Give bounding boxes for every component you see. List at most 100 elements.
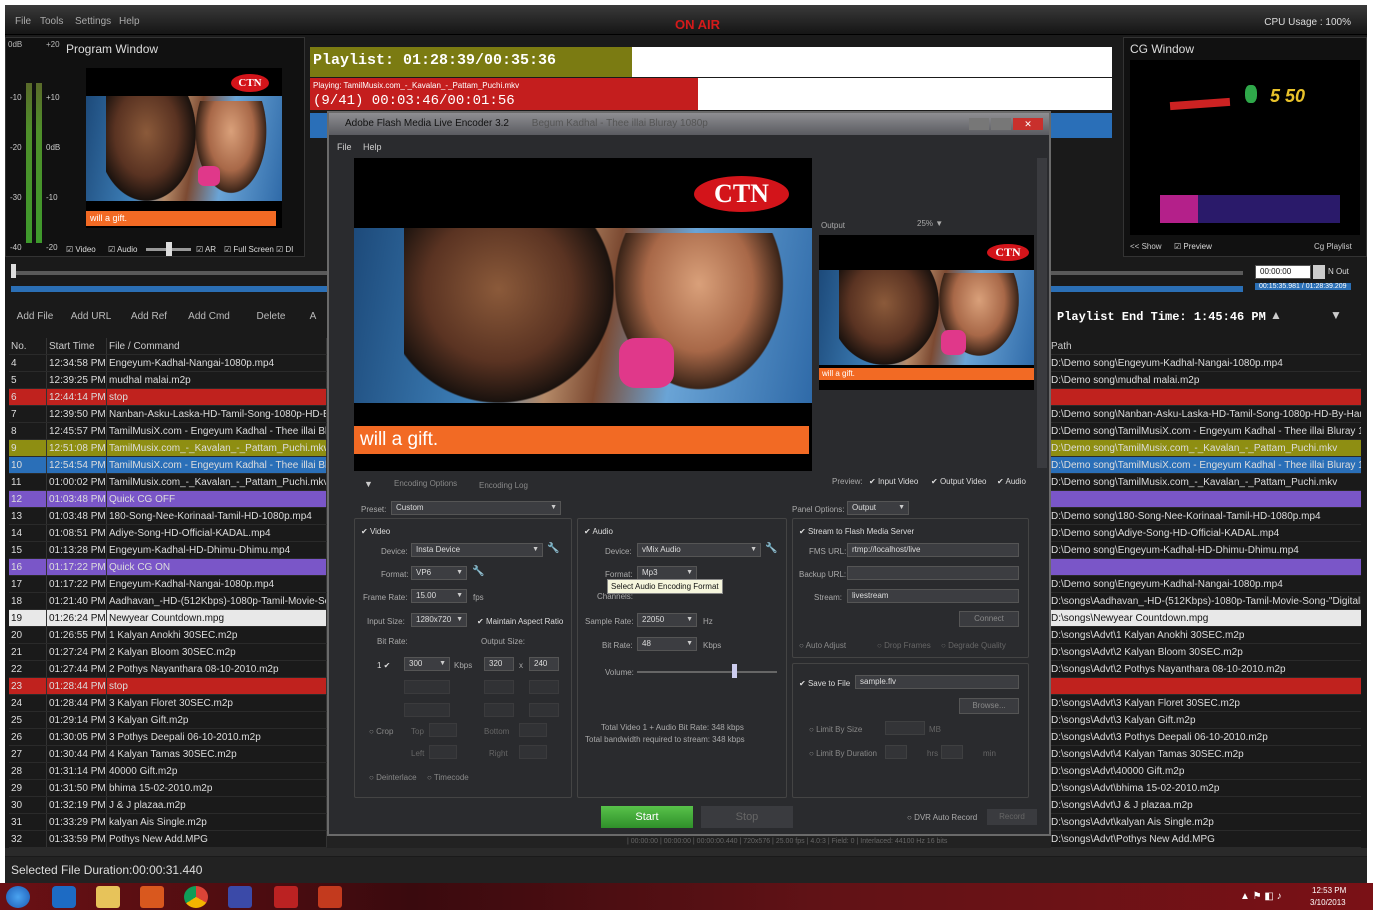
table-row[interactable]: 24 01:28:44 PM 3 Kalyan Floret 30SEC.m2p xyxy=(9,695,327,712)
save-file-input[interactable]: sample.flv xyxy=(855,675,1019,689)
audio-volume-thumb[interactable] xyxy=(732,664,737,678)
table-row[interactable]: 31 01:33:29 PM kalyan Ais Single.m2p xyxy=(9,814,327,831)
table-row[interactable]: 17 01:17:22 PM Engeyum-Kadhal-Nangai-1080p… xyxy=(9,576,327,593)
video-format-dropdown[interactable]: VP6 xyxy=(411,566,467,580)
path-row[interactable]: D:\Demo song\Engeyum-Kadhal-Nangai-1080p… xyxy=(1049,355,1361,372)
video-device-dropdown[interactable]: Insta Device xyxy=(411,543,543,557)
tab-encoding-log[interactable]: Encoding Log xyxy=(479,481,528,490)
path-row[interactable]: D:\Demo song\TamilMusix.com_-_Kavalan_-_… xyxy=(1049,474,1361,491)
input-video-checkbox[interactable]: ✔ Input Video xyxy=(869,477,918,486)
video-bitrate-3-dropdown[interactable] xyxy=(404,703,450,717)
output-video-checkbox[interactable]: ✔ Output Video xyxy=(931,477,987,486)
table-row[interactable]: 4 12:34:58 PM Engeyum-Kadhal-Nangai-1080p.… xyxy=(9,355,327,372)
table-row[interactable]: 11 01:00:02 PM TamilMusix.com_-_Kavalan_-_… xyxy=(9,474,327,491)
audio-format-dropdown[interactable]: Mp3 xyxy=(637,566,697,580)
encoder-scrollbar[interactable] xyxy=(1037,158,1047,468)
path-row[interactable] xyxy=(1049,491,1361,508)
start-button-icon[interactable] xyxy=(6,886,30,908)
wrench-icon[interactable]: 🔧 xyxy=(547,543,559,554)
output-width-input[interactable]: 320 xyxy=(484,657,514,671)
cg-show-button[interactable]: << Show xyxy=(1130,242,1162,251)
output-width-3-input[interactable] xyxy=(484,703,514,717)
table-row[interactable]: 22 01:27:44 PM 2 Pothys Nayanthara 08-10-2… xyxy=(9,661,327,678)
encoder-menu-help[interactable]: Help xyxy=(363,142,382,152)
path-row[interactable]: D:\songs\Advt\bhima 15-02-2010.m2p xyxy=(1049,780,1361,797)
seek-thumb[interactable] xyxy=(11,264,16,278)
nout-checkbox[interactable]: N Out xyxy=(1328,267,1349,276)
path-row[interactable]: D:\Demo song\TamilMusiX.com - Engeyum Ka… xyxy=(1049,423,1361,440)
add-ref-button[interactable]: Add Ref xyxy=(123,308,175,326)
audio-checkbox[interactable]: ☑ Audio xyxy=(108,245,137,254)
browse-button[interactable]: Browse... xyxy=(959,698,1019,714)
menu-file[interactable]: File xyxy=(15,16,31,27)
path-row[interactable]: D:\songs\Advt\1 Kalyan Anokhi 30SEC.m2p xyxy=(1049,627,1361,644)
audio-preview-checkbox[interactable]: ✔ Audio xyxy=(997,477,1026,486)
wrench-icon[interactable]: 🔧 xyxy=(765,543,777,554)
table-row[interactable]: 9 12:51:08 PM TamilMusix.com_-_Kavalan_-_P… xyxy=(9,440,327,457)
dvr-auto-record-checkbox[interactable]: ○ DVR Auto Record xyxy=(907,813,977,822)
audio-volume-slider[interactable] xyxy=(637,671,777,673)
panel-options-dropdown[interactable]: Output xyxy=(847,501,909,515)
table-row[interactable]: 10 12:54:54 PM TamilMusiX.com - Engeyum Ka… xyxy=(9,457,327,474)
record-button[interactable]: Record xyxy=(987,809,1037,825)
encoder-taskbar-icon[interactable] xyxy=(274,886,298,908)
save-to-file-checkbox[interactable]: ✔ Save to File xyxy=(799,679,850,688)
table-row[interactable]: 14 01:08:51 PM Adiye-Song-HD-Official-KADA… xyxy=(9,525,327,542)
table-row[interactable]: 18 01:21:40 PM Aadhavan_-HD-(512Kbps)-1080… xyxy=(9,593,327,610)
path-row[interactable]: D:\songs\Advt\4 Kalyan Tamas 30SEC.m2p xyxy=(1049,746,1361,763)
degrade-quality-checkbox[interactable]: ○ Degrade Quality xyxy=(941,641,1006,650)
collapse-icon[interactable]: ▼ xyxy=(364,479,373,489)
cg-preview-checkbox[interactable]: ☑ Preview xyxy=(1174,242,1212,251)
sample-rate-dropdown[interactable]: 22050 xyxy=(637,613,697,627)
output-height-2-input[interactable] xyxy=(529,680,559,694)
path-row[interactable]: D:\Demo song\TamilMusix.com_-_Kavalan_-_… xyxy=(1049,440,1361,457)
table-row[interactable]: 25 01:29:14 PM 3 Kalyan Gift.m2p xyxy=(9,712,327,729)
path-row[interactable]: D:\songs\Advt\Pothys New Add.MPG xyxy=(1049,831,1361,848)
table-row[interactable]: 28 01:31:14 PM 40000 Gift.m2p xyxy=(9,763,327,780)
di-checkbox[interactable]: ☑ DI xyxy=(276,245,293,254)
table-row[interactable]: 19 01:26:24 PM Newyear Countdown.mpg xyxy=(9,610,327,627)
table-row[interactable]: 32 01:33:59 PM Pothys New Add.MPG xyxy=(9,831,327,848)
path-row[interactable]: D:\Demo song\Nanban-Asku-Laska-HD-Tamil-… xyxy=(1049,406,1361,423)
path-row[interactable]: D:\Demo song\TamilMusiX.com - Engeyum Ka… xyxy=(1049,457,1361,474)
folder-icon[interactable] xyxy=(96,886,120,908)
chrome-icon[interactable] xyxy=(184,886,208,908)
deinterlace-checkbox[interactable]: ○ Deinterlace xyxy=(369,773,417,782)
video-checkbox[interactable]: ☑ Video xyxy=(66,245,96,254)
path-row[interactable]: D:\songs\Advt\J & J plazaa.m2p xyxy=(1049,797,1361,814)
table-row[interactable]: 15 01:13:28 PM Engeyum-Kadhal-HD-Dhimu-Dhi… xyxy=(9,542,327,559)
fms-url-input[interactable]: rtmp://localhost/live xyxy=(847,543,1019,557)
table-row[interactable]: 8 12:45:57 PM TamilMusiX.com - Engeyum Kad… xyxy=(9,423,327,440)
table-row[interactable]: 7 12:39:50 PM Nanban-Asku-Laska-HD-Tamil-S… xyxy=(9,406,327,423)
drop-frames-checkbox[interactable]: ○ Drop Frames xyxy=(877,641,931,650)
crop-left-input[interactable] xyxy=(429,745,457,759)
preset-dropdown[interactable]: Custom xyxy=(391,501,561,515)
add-cmd-button[interactable]: Add Cmd xyxy=(181,308,237,326)
path-row[interactable]: D:\songs\Advt\2 Pothys Nayanthara 08-10-… xyxy=(1049,661,1361,678)
path-row[interactable] xyxy=(1049,559,1361,576)
table-row[interactable]: 27 01:30:44 PM 4 Kalyan Tamas 30SEC.m2p xyxy=(9,746,327,763)
menu-help[interactable]: Help xyxy=(119,16,140,27)
backup-url-input[interactable] xyxy=(847,566,1019,580)
maintain-aspect-checkbox[interactable]: ✔ Maintain Aspect Ratio xyxy=(477,617,563,626)
stop-button[interactable]: Stop xyxy=(701,806,793,828)
add-url-button[interactable]: Add URL xyxy=(65,308,117,326)
auto-adjust-checkbox[interactable]: ○ Auto Adjust xyxy=(799,641,846,650)
path-row[interactable]: D:\songs\Advt\kalyan Ais Single.m2p xyxy=(1049,814,1361,831)
crop-bottom-input[interactable] xyxy=(519,723,547,737)
crop-top-input[interactable] xyxy=(429,723,457,737)
app-taskbar-icon[interactable] xyxy=(318,886,342,908)
path-row[interactable]: D:\songs\Advt\2 Kalyan Bloom 30SEC.m2p xyxy=(1049,644,1361,661)
add-file-button[interactable]: Add File xyxy=(9,308,61,326)
bitrate-1-checkbox[interactable]: 1 ✔ xyxy=(377,661,390,670)
path-row[interactable]: D:\songs\Advt\3 Kalyan Gift.m2p xyxy=(1049,712,1361,729)
toolbar-more-button[interactable]: A xyxy=(303,308,323,326)
close-button[interactable]: ✕ xyxy=(1013,118,1043,130)
menu-tools[interactable]: Tools xyxy=(40,16,63,27)
table-row[interactable]: 5 12:39:25 PM mudhal malai.m2p xyxy=(9,372,327,389)
limit-minutes-input[interactable] xyxy=(941,745,963,759)
frame-rate-dropdown[interactable]: 15.00 xyxy=(411,589,467,603)
video-bitrate-2-dropdown[interactable] xyxy=(404,680,450,694)
path-row[interactable]: D:\Demo song\180-Song-Nee-Korinaal-Tamil… xyxy=(1049,508,1361,525)
table-row[interactable]: 21 01:27:24 PM 2 Kalyan Bloom 30SEC.m2p xyxy=(9,644,327,661)
